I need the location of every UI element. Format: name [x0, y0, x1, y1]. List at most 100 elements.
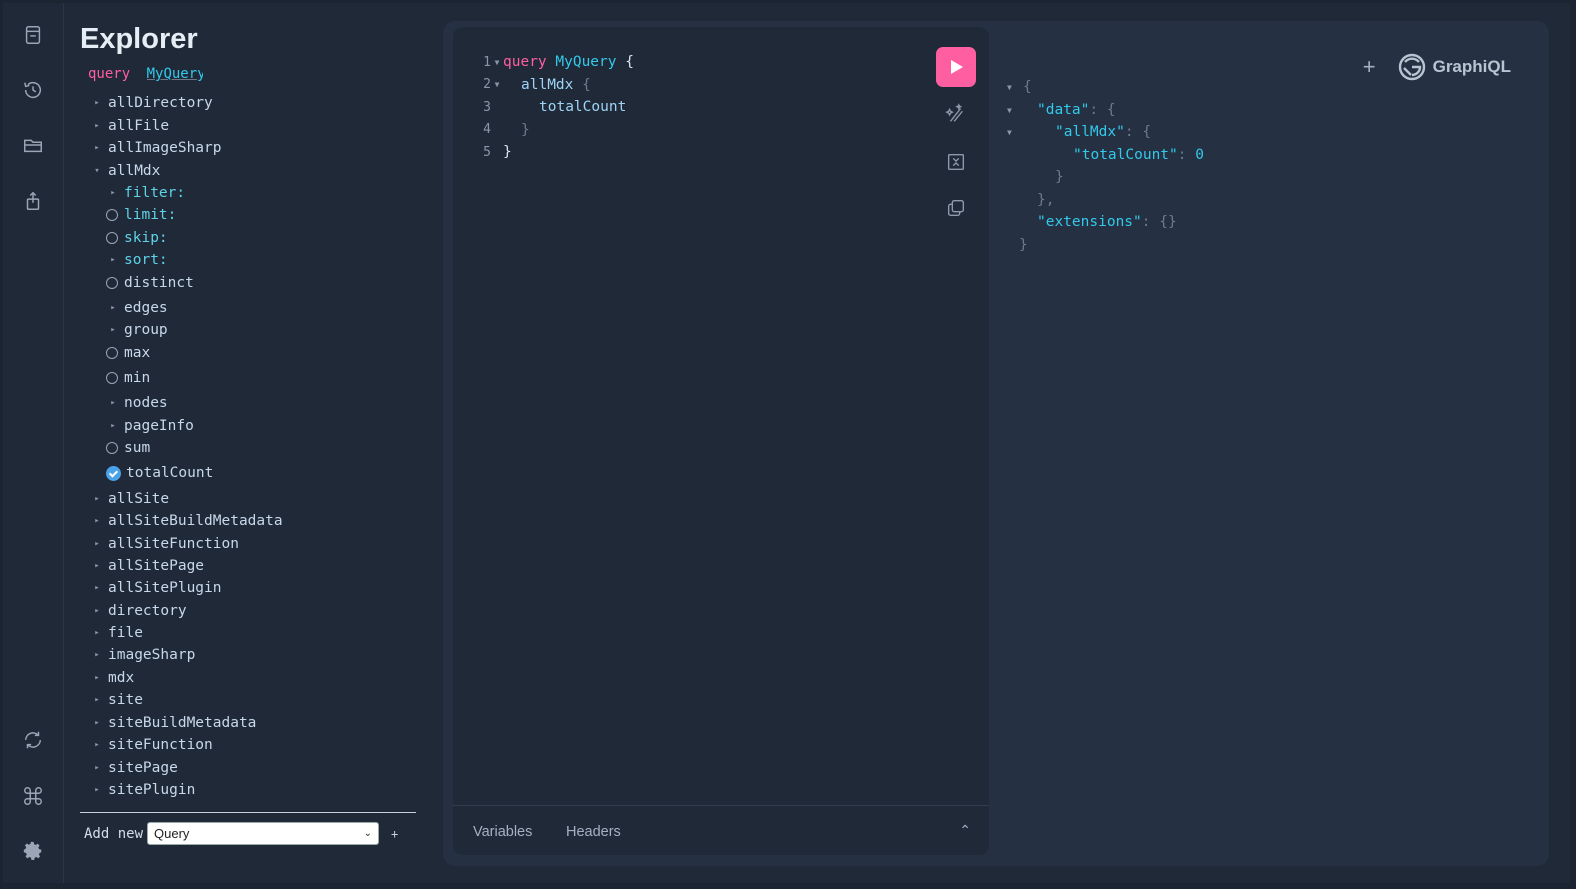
prettify-button[interactable]: [941, 99, 971, 129]
caret-right-icon[interactable]: ▸: [90, 583, 104, 593]
explorer-tree-item[interactable]: limit:: [106, 204, 176, 226]
caret-right-icon[interactable]: ▸: [90, 740, 104, 750]
explorer-tree-item[interactable]: skip:: [106, 227, 168, 249]
explorer-tree-item[interactable]: ▸ sitePlugin: [90, 779, 195, 801]
explorer-tree-item[interactable]: ▸ allSiteFunction: [90, 533, 239, 555]
explorer-folder-icon[interactable]: [19, 131, 47, 159]
explorer-tree-item-label: max: [124, 345, 151, 361]
editor-workspace: 1 ▼ query MyQuery { 2 ▼ allMdx { 3 total…: [443, 21, 1549, 866]
export-icon[interactable]: [19, 187, 47, 215]
explorer-tree-item[interactable]: ▸ allSiteBuildMetadata: [90, 510, 282, 532]
run-query-button[interactable]: [936, 47, 976, 87]
operation-type-select[interactable]: Query ⌄: [147, 822, 380, 845]
play-icon: [951, 60, 963, 74]
checkbox-checked-icon[interactable]: [106, 465, 121, 481]
explorer-tree-item[interactable]: sum: [106, 437, 150, 459]
caret-right-icon[interactable]: ▸: [90, 763, 104, 773]
fold-toggle-icon[interactable]: ▼: [1007, 128, 1023, 137]
tab-variables[interactable]: Variables: [473, 824, 532, 840]
caret-right-icon[interactable]: ▸: [90, 98, 104, 108]
fold-toggle-icon[interactable]: ▼: [1007, 106, 1023, 115]
caret-right-icon[interactable]: ▸: [90, 606, 104, 616]
explorer-tree-item[interactable]: ▸ directory: [90, 600, 186, 622]
operation-name-input[interactable]: MyQuery: [147, 66, 203, 82]
explorer-tree-item[interactable]: ▸ imageSharp: [90, 644, 195, 666]
caret-right-icon[interactable]: ▸: [90, 650, 104, 660]
docs-icon[interactable]: [19, 21, 47, 49]
app-window: Explorer query MyQuery ▸ allDirectory ▸ all…: [3, 3, 1570, 883]
add-operation-button[interactable]: +: [391, 827, 398, 841]
merge-fragments-button[interactable]: [941, 147, 971, 177]
brand-name: GraphiQL: [1432, 57, 1511, 76]
caret-right-icon[interactable]: ▸: [90, 494, 104, 504]
explorer-tree-item[interactable]: distinct: [106, 272, 194, 294]
explorer-tree-item-label: limit:: [124, 207, 177, 223]
tab-headers[interactable]: Headers: [566, 824, 621, 840]
checkbox-icon[interactable]: [106, 277, 118, 289]
caret-right-icon[interactable]: ▸: [90, 673, 104, 683]
explorer-tree-item[interactable]: ▸ allFile: [90, 115, 169, 137]
explorer-tree-item[interactable]: ▸ allSite: [90, 488, 169, 510]
caret-right-icon[interactable]: ▸: [90, 539, 104, 549]
caret-down-icon[interactable]: ▾: [90, 166, 104, 176]
explorer-tree-item[interactable]: ▸ allSitePlugin: [90, 577, 221, 599]
checkbox-icon[interactable]: [106, 232, 118, 244]
fold-toggle-icon[interactable]: ▼: [491, 58, 503, 67]
copy-query-button[interactable]: [941, 193, 971, 223]
explorer-tree-item[interactable]: ▸ group: [106, 319, 167, 341]
explorer-tree-item[interactable]: ▸ allSitePage: [90, 555, 204, 577]
caret-right-icon[interactable]: ▸: [90, 121, 104, 131]
explorer-tree-item[interactable]: ▸ allImageSharp: [90, 137, 221, 159]
explorer-tree-item[interactable]: ▸ filter:: [106, 182, 185, 204]
explorer-tree-item[interactable]: ▸ sort:: [106, 249, 167, 271]
settings-gear-icon[interactable]: [19, 837, 47, 865]
explorer-footer-divider: [80, 812, 416, 813]
explorer-tree-item[interactable]: totalCount: [106, 462, 213, 484]
explorer-tree-item[interactable]: max: [106, 342, 150, 364]
fold-toggle-icon[interactable]: ▼: [1007, 83, 1023, 92]
explorer-tree-item[interactable]: ▸ siteBuildMetadata: [90, 712, 256, 734]
caret-right-icon[interactable]: ▸: [90, 718, 104, 728]
graphiql-logo: GraphiQL: [1398, 53, 1511, 81]
fold-toggle-icon[interactable]: ▼: [491, 80, 503, 89]
caret-right-icon[interactable]: ▸: [106, 188, 120, 198]
chevron-up-icon[interactable]: ⌃: [959, 822, 971, 839]
caret-right-icon[interactable]: ▸: [106, 303, 120, 313]
add-tab-button[interactable]: +: [1363, 54, 1376, 80]
json-value-extensions: {}: [1159, 214, 1177, 230]
checkbox-icon[interactable]: [106, 347, 118, 359]
caret-right-icon[interactable]: ▸: [90, 561, 104, 571]
caret-right-icon[interactable]: ▸: [90, 628, 104, 638]
explorer-tree-item[interactable]: ▸ file: [90, 622, 143, 644]
checkbox-icon[interactable]: [106, 372, 118, 384]
checkbox-icon[interactable]: [106, 209, 118, 221]
caret-right-icon[interactable]: ▸: [90, 516, 104, 526]
sidebar-iconbar: [3, 3, 64, 883]
explorer-tree-item[interactable]: ▾ allMdx: [90, 160, 160, 182]
caret-right-icon[interactable]: ▸: [106, 325, 120, 335]
explorer-tree-item[interactable]: ▸ edges: [106, 297, 167, 319]
caret-right-icon[interactable]: ▸: [90, 695, 104, 705]
caret-right-icon[interactable]: ▸: [106, 398, 120, 408]
explorer-tree-item[interactable]: ▸ pageInfo: [106, 415, 194, 437]
json-colon: :: [1124, 124, 1134, 140]
explorer-tree-item[interactable]: ▸ mdx: [90, 667, 134, 689]
caret-right-icon[interactable]: ▸: [106, 421, 120, 431]
query-editor[interactable]: 1 ▼ query MyQuery { 2 ▼ allMdx { 3 total…: [477, 51, 634, 164]
keyboard-shortcuts-icon[interactable]: [19, 782, 47, 810]
json-brace: {: [1023, 79, 1032, 95]
explorer-tree-item[interactable]: ▸ sitePage: [90, 757, 178, 779]
checkbox-icon[interactable]: [106, 442, 118, 454]
explorer-tree-item[interactable]: ▸ siteFunction: [90, 734, 212, 756]
explorer-tree-item[interactable]: min: [106, 367, 150, 389]
refetch-schema-icon[interactable]: [19, 726, 47, 754]
chevron-down-icon: ⌄: [363, 828, 373, 839]
caret-right-icon[interactable]: ▸: [106, 255, 120, 265]
explorer-tree-item-label: skip:: [124, 230, 168, 246]
caret-right-icon[interactable]: ▸: [90, 143, 104, 153]
explorer-tree-item[interactable]: ▸ site: [90, 689, 143, 711]
explorer-tree-item[interactable]: ▸ nodes: [106, 392, 167, 414]
explorer-tree-item[interactable]: ▸ allDirectory: [90, 92, 212, 114]
caret-right-icon[interactable]: ▸: [90, 785, 104, 795]
history-icon[interactable]: [19, 76, 47, 104]
